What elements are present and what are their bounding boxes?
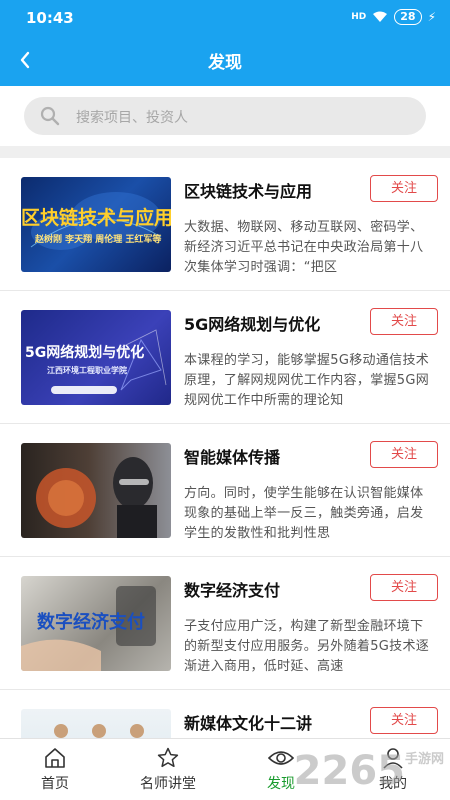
tab-teachers[interactable]: 名师讲堂 — [113, 745, 223, 793]
top-bar: 10:43 HD 28 ⚡ 发现 — [0, 0, 450, 86]
list-item[interactable]: 新媒体文化十二讲 关注 — [0, 690, 450, 738]
thumbnail-caption: 数字经济支付 — [37, 612, 145, 633]
list-item[interactable]: 5G网络规划与优化 江西环境工程职业学院 5G网络规划与优化 关注 本课程的学习… — [0, 291, 450, 424]
course-title: 智能媒体传播 — [184, 448, 281, 467]
list-item[interactable]: 区块链技术与应用 赵树刚 李天翔 周伦理 王红军等 区块链技术与应用 关注 大数… — [0, 158, 450, 291]
course-description: 大数据、物联网、移动互联网、密码学、新经济习近平总书记在中央政治局第十八次集体学… — [184, 220, 424, 275]
tab-label: 名师讲堂 — [140, 776, 196, 792]
charging-icon: ⚡ — [427, 10, 436, 24]
follow-button[interactable]: 关注 — [370, 308, 438, 335]
watermark-main: 2265 — [293, 748, 405, 794]
list-item[interactable]: 数字经济支付 数字经济支付 关注 子支付应用广泛，构建了新型金融环境下的新型支付… — [0, 557, 450, 690]
status-bar: 10:43 HD 28 ⚡ — [0, 0, 450, 36]
search-placeholder: 搜索项目、投资人 — [76, 110, 188, 126]
follow-button[interactable]: 关注 — [370, 175, 438, 202]
thumbnail-subcaption: 赵树刚 李天翔 周伦理 王红军等 — [35, 235, 162, 245]
battery-indicator: 28 — [394, 9, 422, 25]
wifi-icon — [372, 11, 388, 23]
search-icon — [40, 106, 60, 126]
thumbnail-subcaption: 江西环境工程职业学院 — [47, 366, 127, 375]
course-list: 区块链技术与应用 赵树刚 李天翔 周伦理 王红军等 区块链技术与应用 关注 大数… — [0, 158, 450, 738]
signal-icon: HD — [351, 12, 367, 22]
thumbnail-caption: 5G网络规划与优化 — [25, 345, 145, 361]
tab-label: 首页 — [41, 776, 69, 792]
watermark-sub: 手游网 — [404, 752, 444, 767]
course-title: 区块链技术与应用 — [184, 182, 313, 201]
status-time: 10:43 — [26, 9, 74, 27]
thumbnail-caption: 区块链技术与应用 — [21, 207, 171, 229]
course-title: 数字经济支付 — [184, 581, 281, 600]
follow-button[interactable]: 关注 — [370, 441, 438, 468]
course-thumbnail[interactable] — [21, 709, 171, 738]
star-icon — [113, 745, 223, 771]
course-title: 5G网络规划与优化 — [184, 315, 321, 334]
search-input[interactable]: 搜索项目、投资人 — [24, 97, 426, 135]
course-thumbnail[interactable]: 5G网络规划与优化 江西环境工程职业学院 — [21, 310, 171, 405]
person-graphic — [36, 457, 157, 538]
page-title: 发现 — [208, 53, 242, 73]
course-thumbnail[interactable]: 数字经济支付 — [21, 576, 171, 671]
section-divider — [0, 146, 450, 158]
search-section: 搜索项目、投资人 — [0, 86, 450, 146]
home-icon — [0, 745, 110, 771]
course-description: 子支付应用广泛，构建了新型金融环境下的新型支付应用服务。另外随着5G技术逐渐进入… — [184, 619, 430, 674]
course-thumbnail[interactable] — [21, 443, 171, 538]
course-title: 新媒体文化十二讲 — [184, 714, 313, 733]
watermark-logo: 2265手游网 — [294, 748, 444, 794]
follow-button[interactable]: 关注 — [370, 707, 438, 734]
nav-bar: 发现 — [0, 36, 450, 86]
list-item[interactable]: 智能媒体传播 关注 方向。同时，使学生能够在认识智能媒体现象的基础上举一反三，触… — [0, 424, 450, 557]
tab-home[interactable]: 首页 — [0, 745, 110, 793]
course-description: 方向。同时，使学生能够在认识智能媒体现象的基础上举一反三，触类旁通，启发学生的发… — [184, 486, 424, 541]
course-description: 本课程的学习，能够掌握5G移动通信技术原理，了解网规网优工作内容，掌握5G网规网… — [184, 353, 430, 408]
status-icons: HD 28 ⚡ — [351, 9, 436, 25]
follow-button[interactable]: 关注 — [370, 574, 438, 601]
speakers-graphic — [54, 724, 144, 738]
course-thumbnail[interactable]: 区块链技术与应用 赵树刚 李天翔 周伦理 王红军等 — [21, 177, 171, 272]
